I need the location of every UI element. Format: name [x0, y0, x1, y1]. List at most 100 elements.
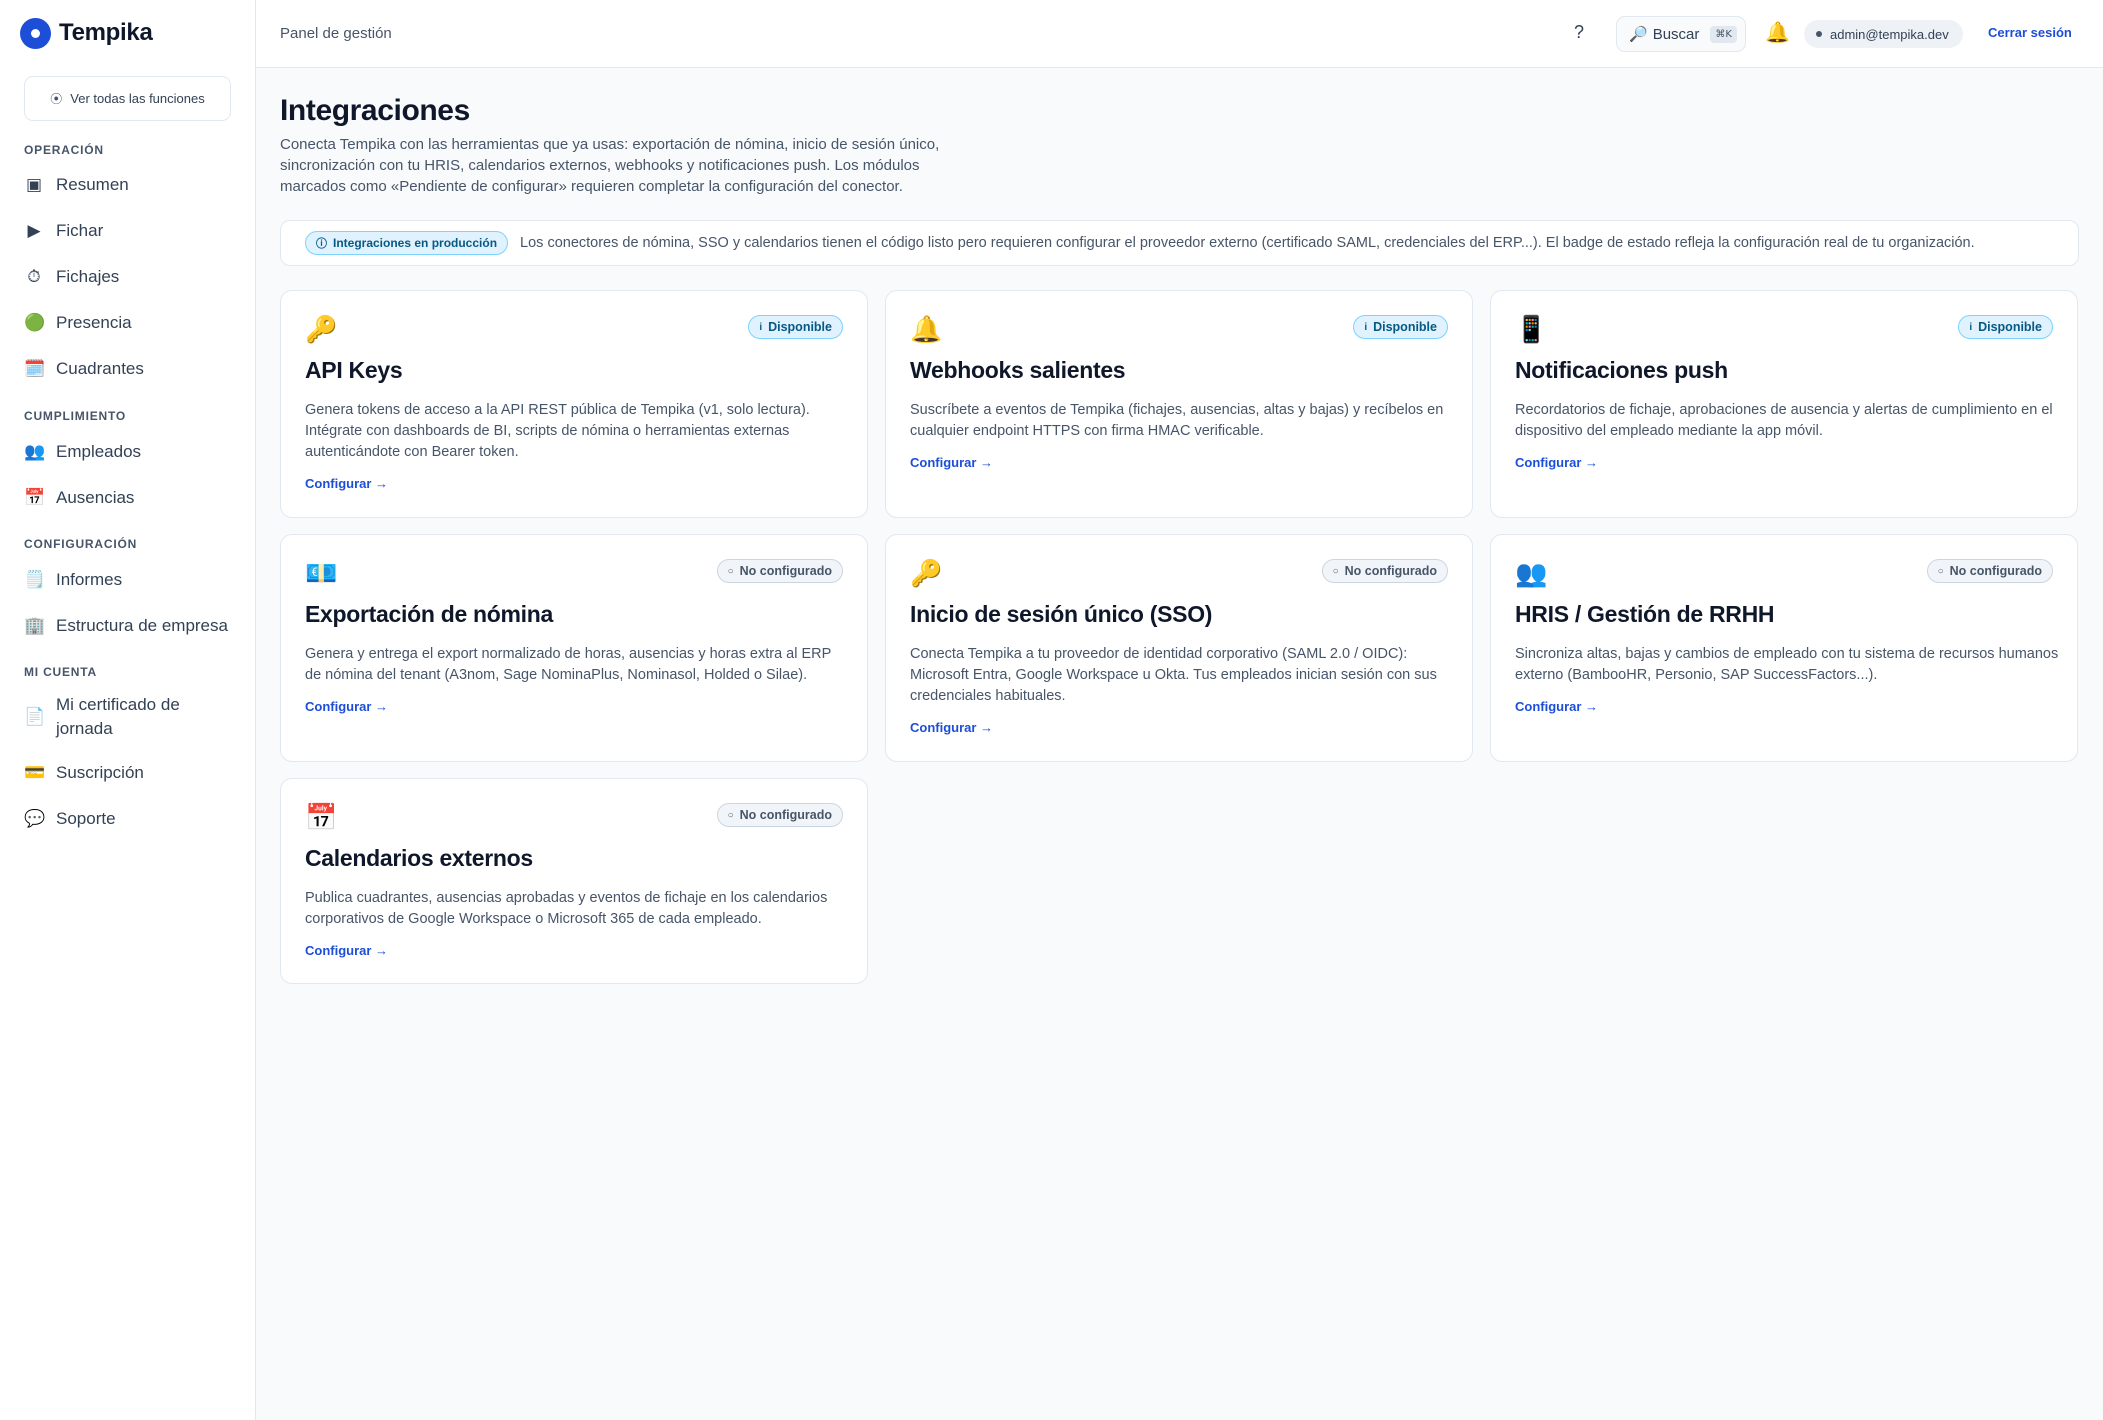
configure-link[interactable]: Configurar →: [910, 720, 993, 735]
sidebar-item-label: Estructura de empresa: [56, 616, 228, 635]
integration-card-nomina: 💶 ○ No configurado Exportación de nómina …: [280, 534, 868, 762]
nav-section-configuracion: CONFIGURACIÓN: [24, 537, 138, 551]
info-icon: ⓘ: [316, 238, 327, 250]
user-menu[interactable]: admin@tempika.dev: [1804, 20, 1963, 48]
status-badge: i Disponible: [1353, 315, 1448, 339]
configure-link[interactable]: Configurar →: [305, 943, 388, 958]
status-label: No configurado: [1344, 564, 1437, 578]
sidebar-item-soporte[interactable]: 💬 Soporte: [24, 807, 238, 831]
see-all-features-button[interactable]: ⦿ Ver todas las funciones: [24, 76, 231, 121]
calendar-date-icon: 📅: [24, 488, 46, 507]
card-description: Publica cuadrantes, ausencias aprobadas …: [305, 890, 828, 927]
sidebar-item-ausencias[interactable]: 📅 Ausencias: [24, 486, 238, 510]
stopwatch-icon: ⏱: [27, 267, 41, 286]
card-description: Sincroniza altas, bajas y cambios de emp…: [1515, 646, 2059, 683]
status-label: No configurado: [1949, 564, 2042, 578]
brand-name: Tempika: [59, 19, 153, 46]
sidebar-item-resumen[interactable]: ▣ Resumen: [24, 173, 238, 197]
status-badge: ○ No configurado: [716, 803, 843, 827]
banner-badge-label: Integraciones en producción: [333, 236, 498, 250]
sidebar-item-cuadrantes[interactable]: 🗓️ Cuadrantes: [24, 357, 238, 381]
card-title: Webhooks salientes: [910, 357, 1126, 383]
sidebar: Tempika ⦿ Ver todas las funciones OPERAC…: [0, 0, 256, 1420]
calendar-date-icon: 📅: [305, 802, 338, 832]
calendar-icon: 🗓️: [24, 359, 46, 378]
see-all-features-label: Ver todas las funciones: [70, 91, 205, 106]
configure-link[interactable]: Configurar →: [305, 699, 388, 714]
bell-icon: 🔔: [910, 314, 943, 344]
sidebar-item-suscripcion[interactable]: 💳 Suscripción: [24, 761, 238, 785]
sidebar-item-estructura[interactable]: 🏢 Estructura de empresa: [24, 614, 238, 638]
notepad-icon: 🗒️: [24, 570, 46, 589]
integration-card-hris: 👥 ○ No configurado HRIS / Gestión de RRHH…: [1490, 534, 2078, 762]
card-title: HRIS / Gestión de RRHH: [1515, 601, 1775, 627]
status-symbol: ○: [727, 809, 734, 821]
breadcrumb: Panel de gestión: [280, 25, 392, 42]
card-description: Suscríbete a eventos de Tempika (fichaje…: [910, 402, 1444, 439]
status-label: No configurado: [739, 808, 832, 822]
search-shortcut: ⌘K: [1710, 25, 1737, 43]
card-description: Recordatorios de fichaje, aprobaciones d…: [1515, 402, 2053, 439]
credit-card-icon: 💳: [24, 763, 46, 782]
banner-text: Los conectores de nómina, SSO y calendar…: [520, 235, 1975, 251]
status-label: Disponible: [1978, 320, 2042, 334]
search-button[interactable]: 🔎 Buscar ⌘K: [1616, 16, 1746, 52]
brand-logo[interactable]: Tempika: [20, 17, 153, 49]
sidebar-item-fichar[interactable]: ▶ Fichar: [24, 219, 238, 243]
status-badge: ○ No configurado: [716, 559, 843, 583]
card-description: Conecta Tempika a tu proveedor de identi…: [910, 646, 1437, 704]
card-title: Exportación de nómina: [305, 601, 554, 627]
card-title: Calendarios externos: [305, 845, 533, 871]
configure-link[interactable]: Configurar →: [1515, 699, 1598, 714]
integration-card-push: 📱 i Disponible Notificaciones push Record…: [1490, 290, 2078, 518]
sidebar-item-label: Suscripción: [56, 763, 144, 782]
configure-link[interactable]: Configurar →: [1515, 455, 1598, 470]
sidebar-item-label: Informes: [56, 570, 123, 589]
speech-bubble-icon: 💬: [24, 809, 46, 828]
help-icon[interactable]: ?: [1574, 22, 1584, 43]
integration-card-sso: 🔑 ○ No configurado Inicio de sesión único…: [885, 534, 1473, 762]
notifications-bell-icon[interactable]: 🔔: [1765, 20, 1790, 45]
sidebar-item-label: Fichar: [56, 221, 104, 240]
square-icon: ▣: [25, 175, 43, 194]
card-description: Genera tokens de acceso a la API REST pú…: [305, 402, 810, 460]
document-icon: 📄: [24, 707, 46, 726]
user-status-dot-icon: [1816, 31, 1822, 37]
card-title: Notificaciones push: [1515, 357, 1728, 383]
sidebar-item-informes[interactable]: 🗒️ Informes: [24, 568, 238, 592]
status-label: Disponible: [1373, 320, 1437, 334]
integration-card-webhooks: 🔔 i Disponible Webhooks salientes Suscríb…: [885, 290, 1473, 518]
sidebar-item-label: Cuadrantes: [56, 359, 144, 378]
sidebar-item-empleados[interactable]: 👥 Empleados: [24, 440, 238, 464]
status-symbol: ○: [1937, 565, 1944, 577]
people-icon: 👥: [24, 442, 46, 461]
sidebar-item-fichajes[interactable]: ⏱ Fichajes: [24, 265, 238, 289]
configure-link[interactable]: Configurar →: [910, 455, 993, 470]
nav-section-operacion: OPERACIÓN: [24, 143, 104, 157]
status-badge: ○ No configurado: [1321, 559, 1448, 583]
sidebar-item-label: Presencia: [56, 313, 132, 332]
sidebar-item-label: Empleados: [56, 442, 142, 461]
logout-link[interactable]: Cerrar sesión: [1988, 25, 2072, 40]
info-banner: ⓘ Integraciones en producción Los conect…: [280, 220, 2079, 266]
mobile-phone-icon: 📱: [1515, 314, 1548, 344]
status-symbol: ○: [727, 565, 734, 577]
integration-card-calendarios: 📅 ○ No configurado Calendarios externos P…: [280, 778, 868, 984]
banner-badge: ⓘ Integraciones en producción: [305, 231, 509, 255]
sidebar-item-certificado[interactable]: 📄 Mi certificado de jornada: [24, 693, 238, 741]
configure-link[interactable]: Configurar →: [305, 476, 388, 491]
status-symbol: i: [1969, 321, 1973, 333]
status-badge: i Disponible: [1958, 315, 2053, 339]
sidebar-item-label: Mi certificado de jornada: [56, 695, 180, 738]
sidebar-item-presencia[interactable]: 🟢 Presencia: [24, 311, 238, 335]
sidebar-item-label: Resumen: [56, 175, 129, 194]
green-circle-icon: 🟢: [24, 313, 46, 332]
circle-target-icon: ⦿: [50, 92, 63, 106]
status-badge: i Disponible: [748, 315, 843, 339]
status-label: No configurado: [739, 564, 832, 578]
people-icon: 👥: [1515, 558, 1548, 588]
status-symbol: ○: [1332, 565, 1339, 577]
integration-card-api-keys: 🔑 i Disponible API Keys Genera tokens de …: [280, 290, 868, 518]
status-label: Disponible: [768, 320, 832, 334]
nav-section-mi-cuenta: MI CUENTA: [24, 665, 97, 679]
